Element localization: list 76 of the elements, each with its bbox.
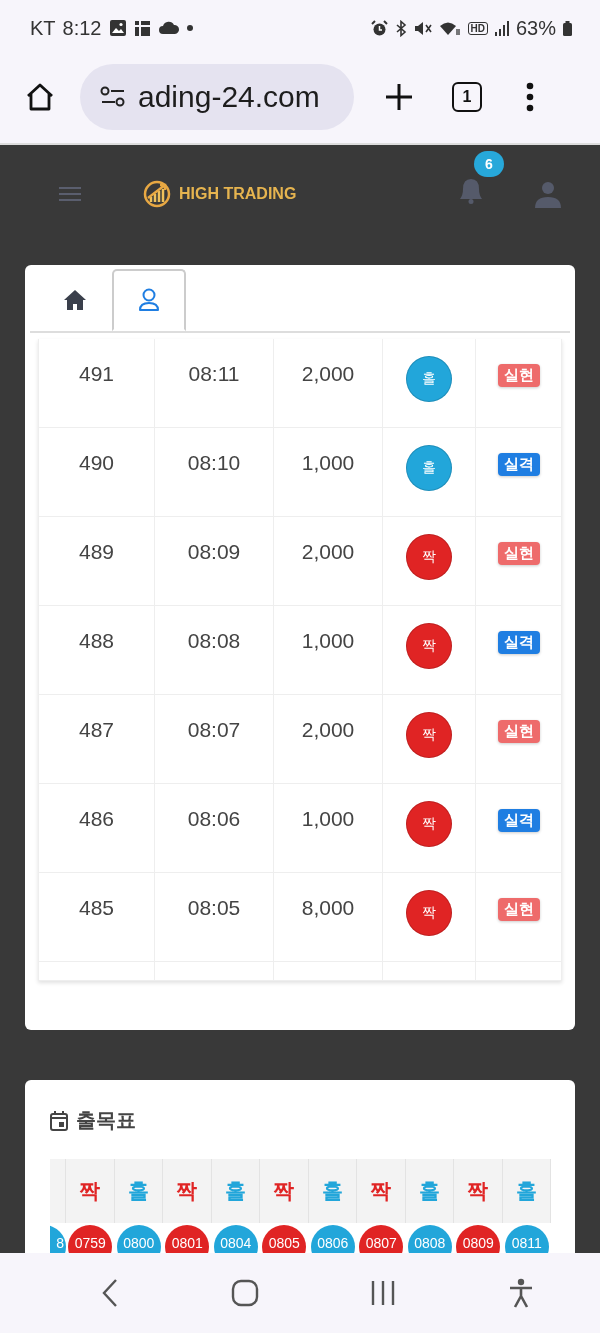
table-header-cell [50,1159,66,1223]
battery-icon [563,20,572,36]
carrier: KT [30,16,56,40]
table-header-cell: 홀 [405,1159,454,1223]
pick-circle: 짝 [406,801,452,847]
calendar-icon [50,1110,68,1131]
table-header-cell: 홀 [114,1159,163,1223]
dot-icon [186,25,193,31]
pick-circle: 홀 [406,445,452,491]
table-header-cell: 짝 [66,1159,115,1223]
round-number: 486 [78,807,114,831]
table-header-cell: 홀 [211,1159,260,1223]
result-label: 실격 [497,809,540,832]
cloud-icon [157,21,180,35]
pick-circle: 홀 [406,356,452,402]
bluetooth-icon [394,19,407,37]
table-header-cell: 홀 [502,1159,551,1223]
logo-icon [143,179,171,208]
table-header-cell: 짝 [357,1159,406,1223]
mute-icon [413,19,432,37]
back-icon[interactable] [100,1278,119,1308]
plus-icon[interactable] [384,81,414,112]
bet-amount: 1,000 [301,451,355,475]
url-text: ading-24.com [138,79,320,114]
result-label: 실현 [497,720,540,743]
battery-percent: 63% [515,16,556,40]
signal-icon [494,20,509,36]
bet-time: 08:05 [187,896,241,920]
table-header-cell: 짝 [454,1159,503,1223]
bet-amount: 2,000 [301,362,355,386]
home-button-icon[interactable] [230,1279,259,1307]
image-icon [108,19,127,37]
result-label: 실현 [497,898,540,921]
result-label: 실현 [497,542,540,565]
brand-name: HIGH TRADING [179,184,297,203]
bet-amount: 2,000 [301,718,355,742]
bet-amount: 1,000 [301,629,355,653]
bet-time: 08:11 [188,362,240,386]
user-icon [138,288,160,312]
result-label: 실현 [497,364,540,387]
grid-icon [133,19,151,37]
result-label: 실격 [497,631,540,654]
hd-indicator: HD [467,21,488,35]
accessibility-icon[interactable] [508,1278,535,1308]
bet-time: 08:06 [187,807,241,831]
pick-circle: 짝 [406,890,452,936]
bet-amount: 8,000 [301,896,355,920]
table-header-cell: 짝 [163,1159,212,1223]
bet-amount: 2,000 [301,540,355,564]
pick-circle: 짝 [406,623,452,669]
round-number: 488 [78,629,114,653]
address-bar[interactable]: ading-24.com [80,63,354,130]
site-settings-icon[interactable] [100,85,126,108]
bet-time: 08:10 [187,451,241,475]
recent-apps-icon[interactable] [370,1280,397,1306]
round-number: 491 [78,362,114,386]
clock: 8:12 [62,16,102,40]
result-label: 실격 [497,453,540,476]
bet-time: 08:08 [187,629,241,653]
round-number: 487 [78,718,114,742]
round-number: 490 [78,451,114,475]
round-number: 489 [78,540,114,564]
more-icon[interactable] [525,81,535,112]
pick-circle: 짝 [406,534,452,580]
round-number: 485 [78,896,114,920]
table-header-cell: 홀 [308,1159,357,1223]
bet-time: 08:09 [187,540,241,564]
tab-count-button[interactable]: 1 [452,81,482,112]
pick-circle: 짝 [406,712,452,758]
bet-time: 08:07 [187,718,241,742]
alarm-icon [370,19,388,37]
bet-amount: 1,000 [301,807,355,831]
notification-badge: 6 [474,151,504,177]
table-header-cell: 짝 [260,1159,309,1223]
home-icon [63,289,87,311]
section-title: 출목표 [76,1108,136,1133]
